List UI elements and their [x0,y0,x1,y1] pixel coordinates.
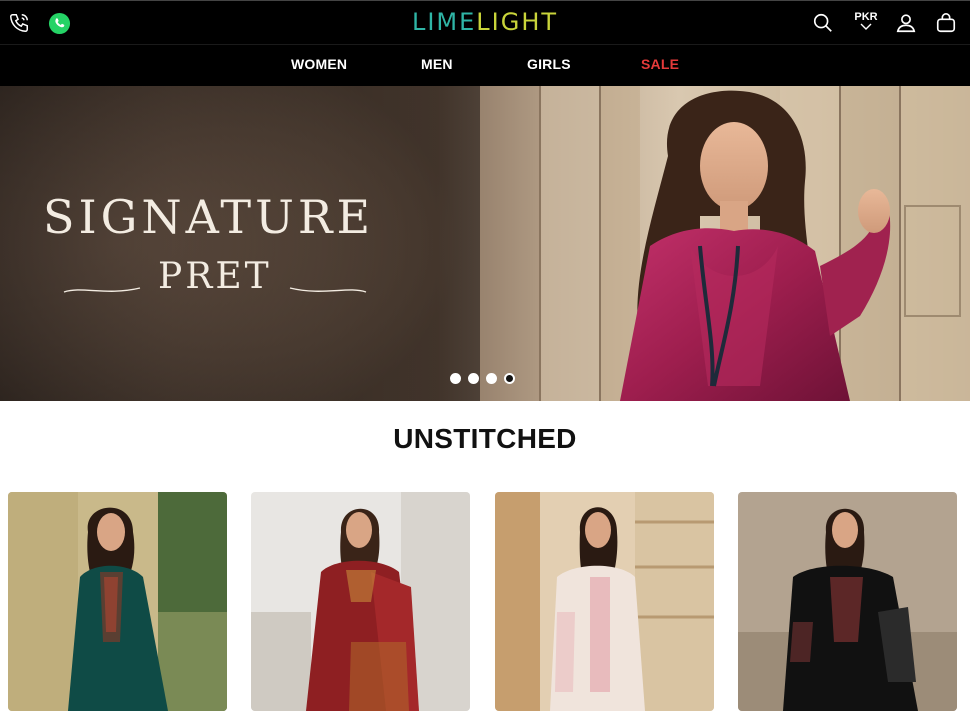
logo-part-e: E [459,8,477,36]
product-image [738,492,957,711]
nav-item-men[interactable]: MEN [421,56,453,72]
main-navigation: WOMEN MEN GIRLS SALE [0,44,970,86]
carousel-dot-4[interactable] [504,373,515,384]
product-card[interactable] [495,492,714,711]
hero-title: SIGNATURE [43,190,375,244]
product-card[interactable] [738,492,957,711]
cart-icon[interactable] [934,11,958,35]
search-icon[interactable] [811,11,835,35]
product-image [8,492,227,711]
logo-part-light: LIGHT [476,8,559,36]
carousel-dot-3[interactable] [486,373,497,384]
section-title: UNSTITCHED [393,423,577,454]
decorative-swirl-right [289,287,367,293]
product-card[interactable] [251,492,470,711]
top-bar: LIMELIGHT PKR [0,0,970,44]
currency-selector[interactable]: PKR [853,11,879,31]
product-image [251,492,470,711]
nav-item-sale[interactable]: SALE [641,56,679,72]
product-image [495,492,714,711]
account-icon[interactable] [894,11,918,35]
nav-item-women[interactable]: WOMEN [291,56,347,72]
chevron-down-icon [860,23,872,30]
hero-subtitle: PRET [158,256,272,297]
currency-label: PKR [854,11,878,23]
carousel-dots [450,373,515,384]
product-card[interactable] [8,492,227,711]
carousel-dot-2[interactable] [468,373,479,384]
hero-banner[interactable]: SIGNATURE PRET [0,86,970,401]
logo-part-lime: LIM [411,8,460,36]
decorative-swirl-left [63,287,141,293]
carousel-dot-1[interactable] [450,373,461,384]
nav-item-girls[interactable]: GIRLS [527,56,571,72]
